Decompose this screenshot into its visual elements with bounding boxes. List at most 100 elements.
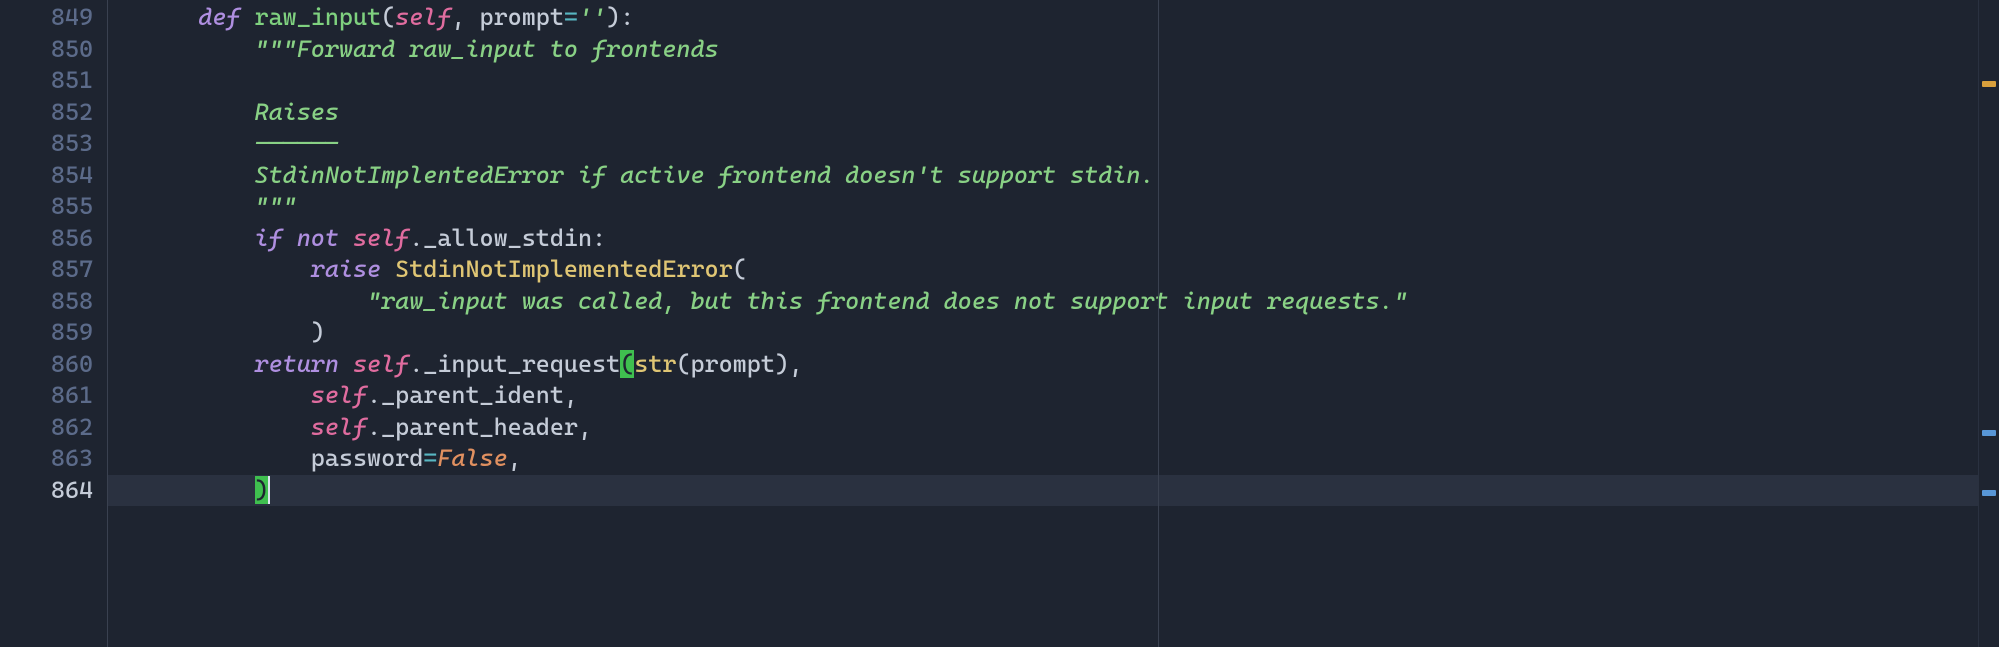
code-token: , [508,444,522,472]
code-line[interactable]: def raw_input(self, prompt=''): [108,2,1999,34]
code-token: prompt [690,350,774,378]
code-token: , [578,413,592,441]
scrollbar-marker-info [1982,430,1996,436]
code-line[interactable]: StdinNotImplentedError if active fronten… [108,160,1999,192]
code-token: self [311,413,367,441]
code-token [240,3,254,31]
line-number: 856 [0,223,93,255]
code-line[interactable]: ) [108,475,1999,507]
code-token [339,224,353,252]
code-token [142,413,311,441]
code-editor[interactable]: 8498508518528538548558568578588598608618… [0,0,1999,647]
code-token [142,287,367,315]
code-token: """Forward raw_input to frontends [255,35,719,63]
code-token [142,192,255,220]
code-token [142,350,255,378]
code-token [142,381,311,409]
editor-ruler [1158,0,1159,647]
code-token: ------ [255,129,339,157]
code-token: . [367,381,381,409]
vertical-scrollbar[interactable] [1979,0,1999,647]
code-token: : [592,224,606,252]
line-number: 855 [0,191,93,223]
code-token: ) [255,476,269,504]
code-token: "raw_input was called, but this frontend… [367,287,1408,315]
code-line[interactable]: """ [108,191,1999,223]
code-token: ( [733,255,747,283]
line-number: 849 [0,2,93,34]
code-token [142,161,255,189]
code-line[interactable]: self._parent_header, [108,412,1999,444]
code-token: . [409,350,423,378]
code-token: ) [311,318,325,346]
code-token: = [564,3,578,31]
code-token: '' [578,3,606,31]
code-token [142,98,255,126]
code-token [142,224,255,252]
code-line[interactable]: "raw_input was called, but this frontend… [108,286,1999,318]
code-line[interactable]: return self._input_request(str(prompt), [108,349,1999,381]
code-token: ): [606,3,634,31]
line-number: 857 [0,254,93,286]
code-token: . [409,224,423,252]
code-token [142,476,255,504]
code-line[interactable]: Raises [108,97,1999,129]
line-number: 863 [0,443,93,475]
code-token: raw_input [255,3,382,31]
code-token: raise [311,255,381,283]
code-token: ( [381,3,395,31]
text-cursor [268,476,270,504]
line-number: 854 [0,160,93,192]
line-number: 858 [0,286,93,318]
code-token [381,255,395,283]
code-token: . [367,413,381,441]
line-number-gutter: 8498508518528538548558568578588598608618… [0,0,108,647]
code-token [142,318,311,346]
code-token: _parent_ident [381,381,564,409]
code-token: _allow_stdin [423,224,592,252]
code-token: self [395,3,451,31]
code-token: StdinNotImplementedError [395,255,733,283]
code-token: _parent_header [381,413,578,441]
line-number: 862 [0,412,93,444]
code-token: self [353,224,409,252]
code-token: ( [620,350,634,378]
code-line[interactable]: self._parent_ident, [108,380,1999,412]
code-line[interactable]: """Forward raw_input to frontends [108,34,1999,66]
code-token [283,224,297,252]
code-token: str [634,350,676,378]
line-number: 859 [0,317,93,349]
code-token: """ [255,192,297,220]
code-token: ( [676,350,690,378]
code-token: self [311,381,367,409]
code-token: def [198,3,240,31]
code-token: False [437,444,507,472]
code-token: , [451,3,479,31]
line-number: 851 [0,65,93,97]
code-token: = [423,444,437,472]
code-token [142,3,198,31]
code-line[interactable] [108,65,1999,97]
code-token: prompt [480,3,564,31]
code-line[interactable]: if not self._allow_stdin: [108,223,1999,255]
code-token: return [255,350,339,378]
line-number: 853 [0,128,93,160]
code-text-area[interactable]: def raw_input(self, prompt=''): """Forwa… [108,0,1999,647]
code-token: ), [775,350,803,378]
scrollbar-marker-warning [1982,81,1996,87]
line-number: 852 [0,97,93,129]
code-token: , [564,381,578,409]
code-line[interactable]: raise StdinNotImplementedError( [108,254,1999,286]
line-number: 860 [0,349,93,381]
code-line[interactable]: ) [108,317,1999,349]
code-token: not [297,224,339,252]
line-number: 850 [0,34,93,66]
code-token [142,255,311,283]
line-number: 864 [0,475,93,507]
code-token: Raises [255,98,339,126]
code-token [142,129,255,157]
code-token: StdinNotImplentedError if active fronten… [255,161,1155,189]
code-token: _input_request [423,350,620,378]
code-line[interactable]: password=False, [108,443,1999,475]
code-line[interactable]: ------ [108,128,1999,160]
